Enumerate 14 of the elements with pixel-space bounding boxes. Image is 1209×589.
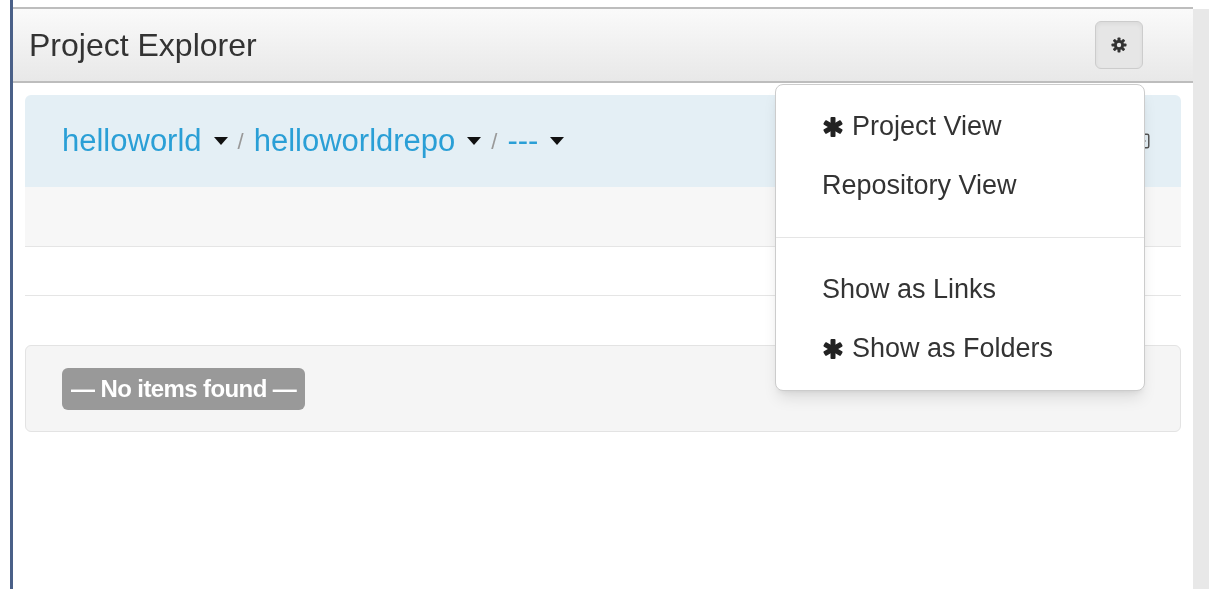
caret-icon (213, 137, 228, 145)
caret-icon (467, 137, 482, 145)
breadcrumb-separator: / (237, 127, 244, 156)
menu-item[interactable]: Show as Folders (776, 319, 1144, 378)
menu-item[interactable]: Project View (776, 97, 1144, 156)
menu-item[interactable]: Show as Links (776, 260, 1144, 319)
empty-label: — No items found — (62, 367, 306, 410)
scrollbar[interactable] (1193, 9, 1209, 589)
caret-icon (550, 137, 565, 145)
settings-button[interactable] (1095, 21, 1143, 69)
panel-title: Project Explorer (29, 26, 257, 65)
breadcrumb-separator: / (491, 127, 498, 156)
settings-icon (1111, 37, 1127, 53)
menu-item[interactable]: Repository View (776, 156, 1144, 215)
